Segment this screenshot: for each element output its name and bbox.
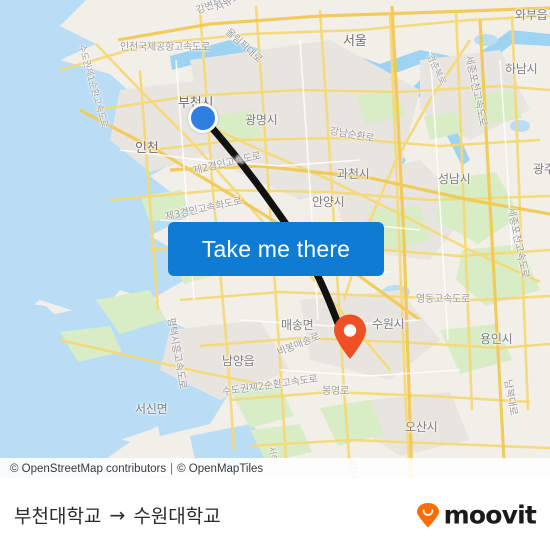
- origin-marker[interactable]: [188, 103, 218, 133]
- take-me-there-button[interactable]: Take me there: [168, 222, 384, 276]
- moovit-route-card: 인천국제공항고속도로 수도권제1순환고속도로 강변북로 자유로 올림픽대로 서울 와부읍 하남…: [0, 0, 550, 550]
- map-label: 수도권제1순환고속도로: [75, 43, 110, 130]
- map-label: 광주: [533, 162, 550, 176]
- map-label: 강남순환로: [328, 126, 375, 145]
- map-label: 남양읍: [222, 354, 255, 368]
- map-label: 평택시흥고속도로: [164, 316, 188, 390]
- map-label: 올림픽대로: [222, 26, 264, 66]
- map-label: 자유로: [213, 0, 243, 14]
- map-label: 광명시: [245, 113, 278, 127]
- map-label: 안양시: [312, 195, 345, 209]
- map-label: 제2경인고속도로: [192, 150, 263, 177]
- map-label: 와부읍: [515, 8, 548, 22]
- map-label: 성남시: [438, 172, 471, 186]
- map-label: 오산시: [405, 420, 438, 434]
- map-label: 제3경인고속화도로: [164, 195, 244, 223]
- map-container[interactable]: 인천국제공항고속도로 수도권제1순환고속도로 강변북로 자유로 올림픽대로 서울 와부읍 하남…: [0, 0, 550, 478]
- map-label: 서울: [343, 34, 367, 49]
- route-origin-label: 부천대학교: [14, 505, 102, 528]
- map-label: 봉영로: [322, 386, 349, 397]
- map-label: 세종포천고속도로: [504, 206, 531, 280]
- map-label: 인천국제공항고속도로: [120, 42, 210, 53]
- route-destination-label: 수원대학교: [133, 505, 221, 528]
- map-label: 경춘북로: [424, 52, 448, 87]
- map-label: 용인시: [480, 332, 513, 346]
- moovit-pin-icon: [416, 502, 439, 527]
- route-summary: 부천대학교 → 수원대학교: [14, 502, 221, 529]
- attribution-separator: |: [170, 462, 174, 475]
- map-label: 인천: [135, 141, 159, 156]
- map-label: 남북대로: [501, 378, 519, 417]
- arrow-right-icon: →: [109, 504, 126, 526]
- attribution-osm[interactable]: © OpenStreetMap contributors: [10, 463, 166, 475]
- map-label: 세종포천고속도로: [462, 54, 489, 128]
- destination-marker[interactable]: [333, 314, 367, 360]
- map-label: 영동고속도로: [416, 294, 470, 305]
- map-label: 과천시: [337, 167, 370, 181]
- map-label: 수원시: [372, 317, 405, 331]
- map-label: 하남시: [505, 62, 538, 76]
- map-label: 서신면: [135, 402, 168, 416]
- map-label: 수도권제2순환고속도로: [221, 373, 319, 398]
- map-attribution: © OpenStreetMap contributors | © OpenMap…: [0, 458, 550, 478]
- moovit-wordmark: moovit: [443, 500, 537, 530]
- attribution-openmaptiles[interactable]: © OpenMapTiles: [177, 463, 263, 475]
- footer-bar: 부천대학교 → 수원대학교 moovit: [0, 480, 550, 550]
- moovit-logo[interactable]: moovit: [415, 500, 537, 530]
